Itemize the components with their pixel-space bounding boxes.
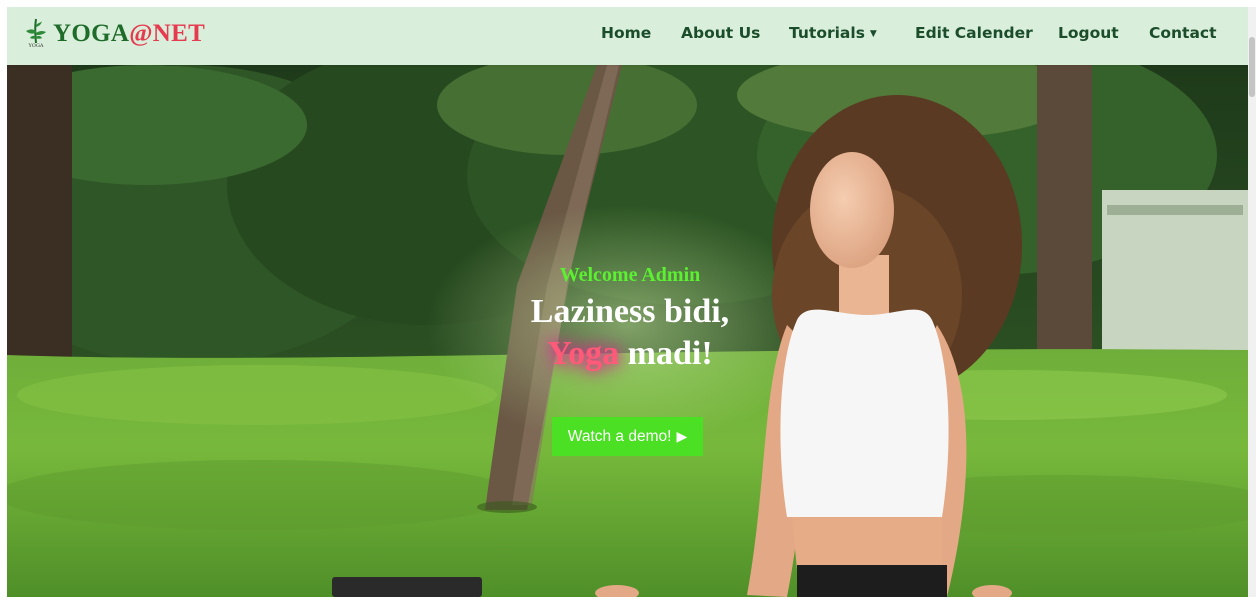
watch-demo-label: Watch a demo! (567, 427, 672, 445)
nav-tutorials-label: Tutorials (789, 24, 865, 42)
page-scrollbar[interactable] (1248, 7, 1256, 597)
tagline-line-1: Laziness bidi, (530, 293, 730, 330)
nav-contact[interactable]: Contact (1149, 24, 1217, 42)
welcome-greeting: Welcome Admin (559, 264, 701, 286)
hero-text: Welcome Admin Laziness bidi, Yoga madi! (495, 263, 765, 375)
nav-logout[interactable]: Logout (1058, 24, 1119, 42)
nav-home[interactable]: Home (601, 24, 651, 42)
caret-down-icon: ▼ (869, 29, 877, 39)
tagline-highlight: Yoga (547, 335, 620, 372)
watch-demo-button[interactable]: Watch a demo! ▶ (552, 417, 703, 456)
tagline-line-2: Yoga madi! (495, 333, 765, 375)
navbar: YOGA YOGA@NET Home About Us Tutorials ▼ E… (7, 7, 1248, 65)
play-icon: ▶ (676, 428, 688, 444)
nav-about-us[interactable]: About Us (681, 24, 760, 42)
browser-viewport: YOGA YOGA@NET Home About Us Tutorials ▼ E… (7, 7, 1248, 597)
main-nav: Home About Us Tutorials ▼ Edit Calender L… (7, 7, 1248, 65)
scrollbar-thumb[interactable] (1249, 37, 1255, 97)
nav-edit-calendar[interactable]: Edit Calender (915, 24, 1033, 42)
tagline-rest: madi! (619, 335, 713, 372)
hero-section: Welcome Admin Laziness bidi, Yoga madi! … (7, 65, 1248, 597)
nav-tutorials-dropdown[interactable]: Tutorials ▼ (789, 24, 877, 42)
